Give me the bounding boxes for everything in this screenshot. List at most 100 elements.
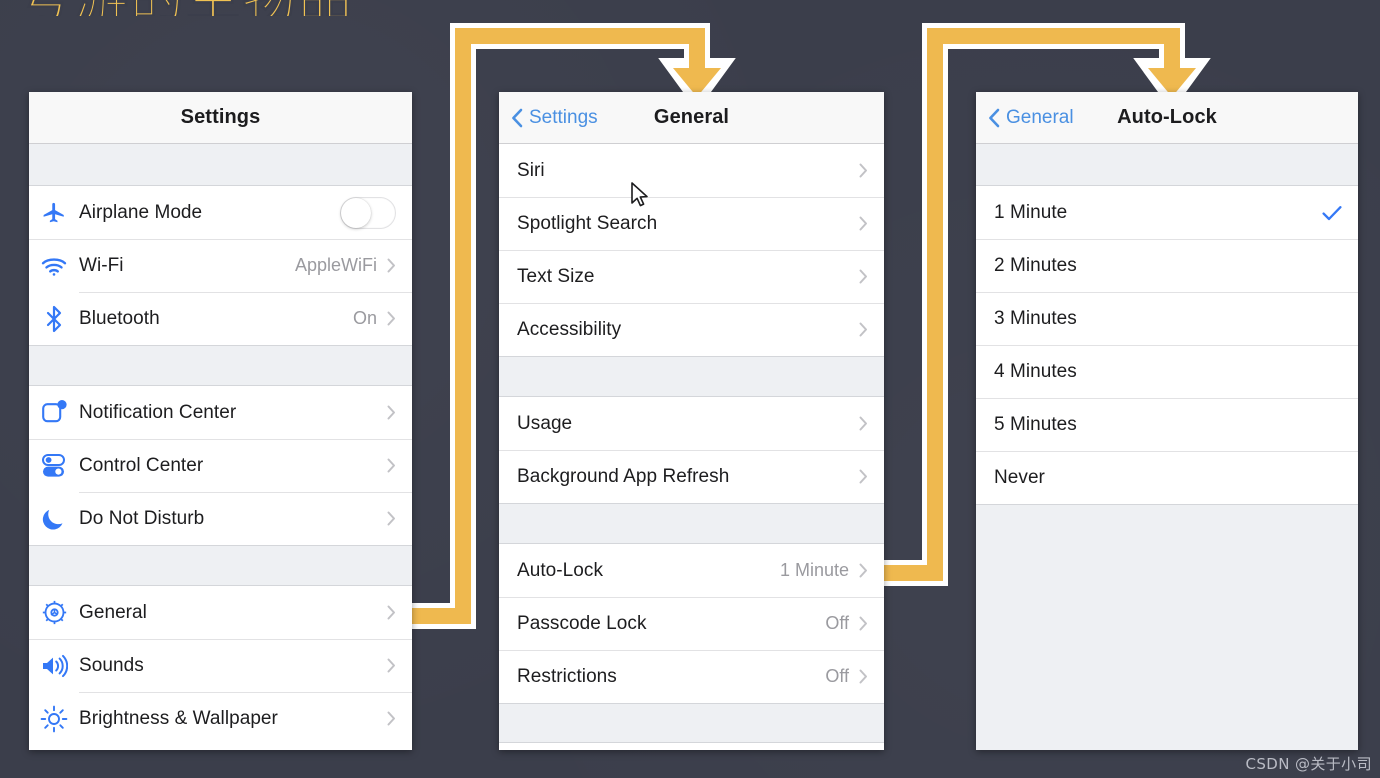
row-label: Auto-Lock xyxy=(517,559,603,581)
toggle-knob xyxy=(341,197,371,228)
autolock-option-5-minutes[interactable]: 5 Minutes xyxy=(976,398,1358,451)
chevron-right-icon xyxy=(859,322,867,337)
row-label: Text Size xyxy=(517,265,595,287)
settings-row-bluetooth[interactable]: Bluetooth On xyxy=(29,292,412,345)
autolock-option-never[interactable]: Never xyxy=(976,451,1358,504)
do-not-disturb-icon xyxy=(29,492,79,545)
row-label: Siri xyxy=(517,159,545,181)
row-label: 2 Minutes xyxy=(994,254,1077,276)
chevron-right-icon xyxy=(387,405,395,420)
page-title: General xyxy=(653,106,730,128)
row-label: Passcode Lock xyxy=(517,612,647,634)
chevron-right-icon xyxy=(859,269,867,284)
general-row-background-app-refresh[interactable]: Background App Refresh xyxy=(499,450,884,503)
general-row-accessibility[interactable]: Accessibility xyxy=(499,303,884,356)
row-label: Restrictions xyxy=(517,665,617,687)
group-separator xyxy=(29,545,412,586)
panel-autolock: General Auto-Lock 1 Minute 2 Minutes 3 M… xyxy=(976,92,1358,750)
group-separator xyxy=(499,356,884,397)
navbar-autolock: General Auto-Lock xyxy=(976,92,1358,144)
navbar-settings: Settings xyxy=(29,92,412,144)
row-label: Never xyxy=(994,466,1045,488)
row-label: Notification Center xyxy=(79,401,237,423)
sounds-icon xyxy=(29,639,79,692)
row-label: Accessibility xyxy=(517,318,622,340)
general-row-spotlight-search[interactable]: Spotlight Search xyxy=(499,197,884,250)
row-value: Off xyxy=(825,613,849,633)
row-label: General xyxy=(79,601,147,623)
row-label: 3 Minutes xyxy=(994,307,1077,329)
page-title: Settings xyxy=(180,106,261,128)
chevron-right-icon xyxy=(387,658,395,673)
back-button-label: Settings xyxy=(529,106,598,128)
autolock-option-3-minutes[interactable]: 3 Minutes xyxy=(976,292,1358,345)
row-value: AppleWiFi xyxy=(294,255,377,275)
chevron-right-icon xyxy=(859,416,867,431)
notification-center-icon xyxy=(29,386,79,439)
general-row-passcode-lock[interactable]: Passcode Lock Off xyxy=(499,597,884,650)
settings-row-sounds[interactable]: Sounds xyxy=(29,639,412,692)
row-label: Wi-Fi xyxy=(79,254,124,276)
group-separator xyxy=(29,345,412,386)
settings-row-general[interactable]: General xyxy=(29,586,412,639)
brightness-icon xyxy=(29,692,79,745)
settings-row-brightness-wallpaper[interactable]: Brightness & Wallpaper xyxy=(29,692,412,745)
row-value: Off xyxy=(825,666,849,686)
group-separator xyxy=(499,503,884,544)
row-value: 1 Minute xyxy=(779,560,849,580)
group-separator xyxy=(976,144,1358,186)
general-row-restrictions[interactable]: Restrictions Off xyxy=(499,650,884,703)
navbar-general: Settings General xyxy=(499,92,884,144)
row-label: Background App Refresh xyxy=(517,465,730,487)
chevron-right-icon xyxy=(387,458,395,473)
gear-icon xyxy=(29,586,79,639)
settings-row-control-center[interactable]: Control Center xyxy=(29,439,412,492)
back-button-settings[interactable]: Settings xyxy=(511,107,598,129)
row-label: 5 Minutes xyxy=(994,413,1077,435)
settings-row-airplane-mode[interactable]: Airplane Mode xyxy=(29,186,412,239)
page-title: Auto-Lock xyxy=(1117,106,1217,128)
airplane-icon xyxy=(29,186,79,239)
row-label: 4 Minutes xyxy=(994,360,1077,382)
general-row-siri[interactable]: Siri xyxy=(499,144,884,197)
group-separator xyxy=(499,703,884,743)
panel-general: Settings General Siri Spotlight Search T… xyxy=(499,92,884,750)
row-label: 1 Minute xyxy=(994,201,1068,223)
chevron-left-icon xyxy=(989,108,1000,127)
row-label: Airplane Mode xyxy=(79,201,203,223)
checkmark-icon xyxy=(1322,205,1342,220)
group-separator xyxy=(29,144,412,186)
back-button-label: General xyxy=(1006,106,1074,128)
autolock-option-4-minutes[interactable]: 4 Minutes xyxy=(976,345,1358,398)
headline-text: 号游的主物品 xyxy=(0,0,440,16)
chevron-right-icon xyxy=(387,311,395,326)
autolock-option-2-minutes[interactable]: 2 Minutes xyxy=(976,239,1358,292)
row-label: Usage xyxy=(517,412,573,434)
settings-row-notification-center[interactable]: Notification Center xyxy=(29,386,412,439)
chevron-right-icon xyxy=(859,563,867,578)
chevron-right-icon xyxy=(859,669,867,684)
watermark-text: CSDN @关于小司 xyxy=(1245,755,1372,773)
autolock-option-1-minute[interactable]: 1 Minute xyxy=(976,186,1358,239)
settings-row-do-not-disturb[interactable]: Do Not Disturb xyxy=(29,492,412,545)
empty-list-area xyxy=(976,504,1358,750)
chevron-right-icon xyxy=(387,711,395,726)
general-row-auto-lock[interactable]: Auto-Lock 1 Minute xyxy=(499,544,884,597)
row-label: Control Center xyxy=(79,454,204,476)
bluetooth-icon xyxy=(29,292,79,345)
row-value: On xyxy=(352,308,377,328)
back-button-general[interactable]: General xyxy=(988,107,1074,129)
airplane-mode-toggle[interactable] xyxy=(340,196,396,229)
chevron-right-icon xyxy=(387,258,395,273)
panel-settings: Settings Airplane Mode Wi-Fi AppleWiFi B… xyxy=(29,92,412,750)
wifi-icon xyxy=(29,239,79,292)
general-row-text-size[interactable]: Text Size xyxy=(499,250,884,303)
chevron-right-icon xyxy=(859,216,867,231)
chevron-right-icon xyxy=(859,616,867,631)
row-label: Brightness & Wallpaper xyxy=(79,707,278,729)
settings-row-wifi[interactable]: Wi-Fi AppleWiFi xyxy=(29,239,412,292)
chevron-left-icon xyxy=(512,108,523,127)
general-row-usage[interactable]: Usage xyxy=(499,397,884,450)
chevron-right-icon xyxy=(387,605,395,620)
row-label: Spotlight Search xyxy=(517,212,658,234)
